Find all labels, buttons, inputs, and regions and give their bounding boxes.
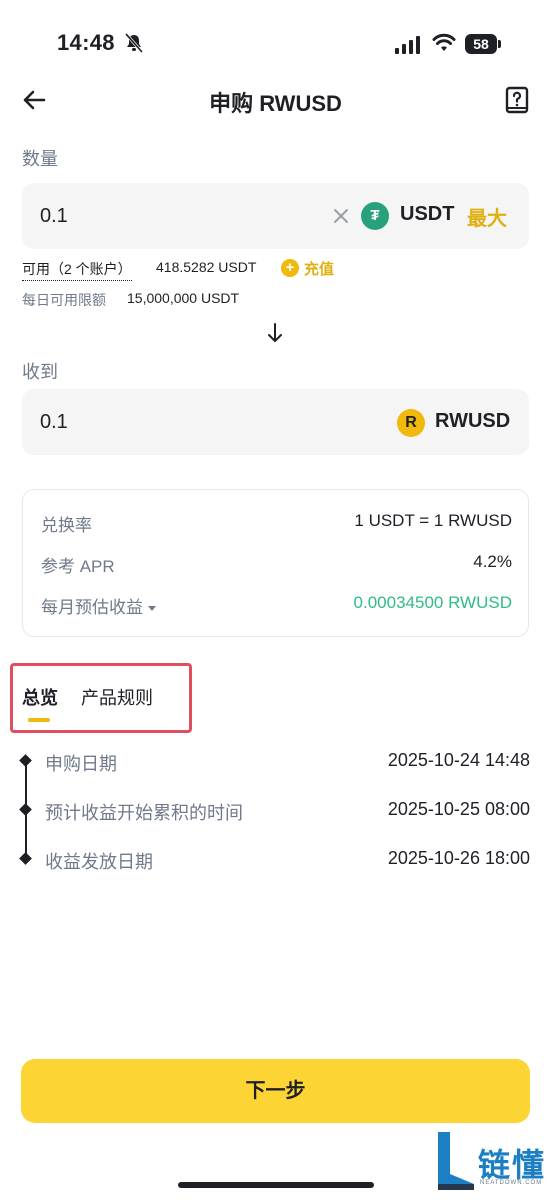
watermark-logo-icon [438,1132,474,1190]
active-tab-indicator [28,718,50,722]
timeline-value: 2025-10-24 14:48 [387,750,530,770]
quantity-value[interactable]: 0.1 [40,183,68,249]
monthly-estimate-label: 每月预估收益 [41,598,143,617]
caret-down-icon [148,606,156,612]
timeline-value: 2025-10-26 18:00 [387,848,530,868]
receive-coin: RWUSD [435,410,511,432]
battery-indicator: 58 [465,34,497,54]
max-button[interactable]: 最大 [467,202,507,231]
timeline-dot [19,754,32,767]
quantity-label: 数量 [22,149,58,169]
timeline-label: 申购日期 [45,754,117,774]
available-label[interactable]: 可用（2 个账户） [22,259,132,281]
tab-overview[interactable]: 总览 [22,684,58,710]
usdt-coin-icon: ₮ [361,202,389,230]
deposit-link[interactable]: 充值 [304,258,334,279]
wifi-icon [432,33,456,51]
daily-limit-value: 15,000,000 USDT [127,290,240,306]
home-indicator [178,1182,374,1188]
monthly-estimate-value: 0.00034500 RWUSD [353,593,512,612]
tab-product-rules[interactable]: 产品规则 [81,684,153,710]
battery-tip [498,40,501,48]
timeline-value: 2025-10-25 08:00 [387,799,530,819]
arrow-down-icon [268,323,282,342]
watermark-subtext: NEATDOWN.COM [480,1180,543,1186]
help-book-icon[interactable] [504,86,530,114]
page-title: 申购 RWUSD [209,91,342,116]
timeline-dot [19,803,32,816]
daily-limit-label: 每日可用限额 [22,292,106,308]
info-card: 兑换率 1 USDT = 1 RWUSD 参考 APR 4.2% 每月预估收益 … [22,489,529,637]
available-amount: 418.5282 USDT [156,259,257,275]
next-step-button[interactable]: 下一步 [21,1059,530,1123]
timeline-label: 预计收益开始累积的时间 [45,803,243,823]
clear-icon[interactable] [331,206,351,226]
bell-muted-icon [124,33,144,53]
monthly-estimate-toggle[interactable]: 每月预估收益 [41,593,156,618]
receive-label: 收到 [22,362,58,382]
plus-circle-icon[interactable]: + [281,259,299,277]
rwusd-coin-icon: R [397,409,425,437]
timeline-label: 收益发放日期 [45,852,153,872]
cellular-signal-icon [395,36,420,54]
apr-value: 4.2% [473,552,512,571]
receive-value: 0.1 [40,411,68,433]
timeline-dot [19,852,32,865]
quantity-coin[interactable]: USDT [400,203,454,226]
rate-value: 1 USDT = 1 RWUSD [354,511,512,530]
rate-label: 兑换率 [41,516,92,535]
apr-label: 参考 APR [41,557,115,576]
status-time: 14:48 [57,30,115,55]
